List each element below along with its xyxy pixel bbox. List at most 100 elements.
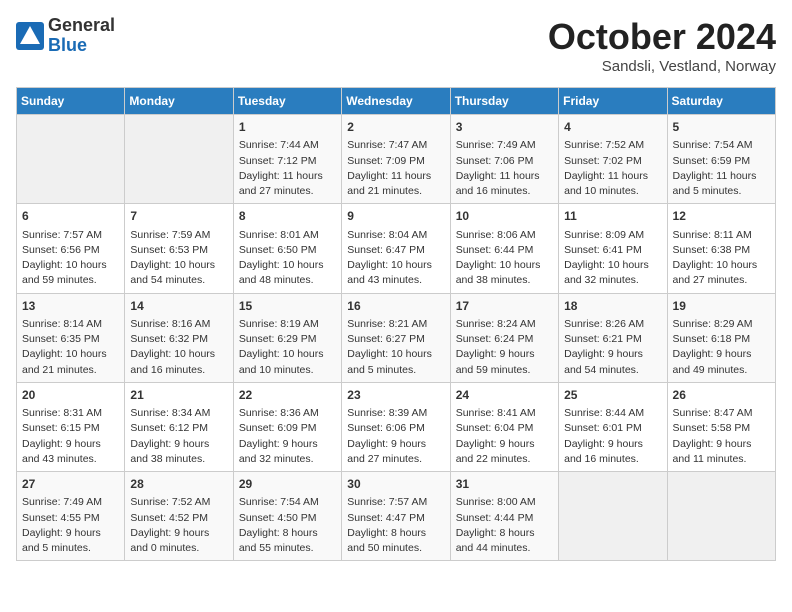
calendar-day-cell: 2Sunrise: 7:47 AMSunset: 7:09 PMDaylight…: [342, 115, 450, 204]
calendar-day-cell: 25 Sunrise: 8:44 AMSunset: 6:01 PMDayligh…: [559, 382, 667, 471]
calendar-day-cell: 8 Sunrise: 8:01 AMSunset: 6:50 PMDaylight…: [233, 204, 341, 293]
calendar-day-cell: 31 Sunrise: 8:00 AMSunset: 4:44 PMDayligh…: [450, 472, 558, 561]
day-number: 19: [673, 298, 770, 315]
calendar-table: SundayMondayTuesdayWednesdayThursdayFrid…: [16, 87, 776, 561]
weekday-header-cell: Sunday: [17, 88, 125, 115]
day-info: Sunrise: 7:49 AMSunset: 4:55 PMDaylight:…: [22, 495, 119, 556]
day-number: 2: [347, 119, 444, 136]
day-info: Sunrise: 7:49 AMSunset: 7:06 PMDaylight:…: [456, 138, 553, 199]
calendar-day-cell: 21Sunrise: 8:34 AMSunset: 6:12 PMDayligh…: [125, 382, 233, 471]
day-number: 13: [22, 298, 119, 315]
day-info: Sunrise: 8:19 AMSunset: 6:29 PMDaylight:…: [239, 317, 336, 378]
calendar-day-cell: 3Sunrise: 7:49 AMSunset: 7:06 PMDaylight…: [450, 115, 558, 204]
calendar-body: 1 Sunrise: 7:44 AMSunset: 7:12 PMDaylight…: [17, 115, 776, 561]
day-info: Sunrise: 8:29 AMSunset: 6:18 PMDaylight:…: [673, 317, 770, 378]
day-number: 12: [673, 208, 770, 225]
calendar-day-cell: 29 Sunrise: 7:54 AMSunset: 4:50 PMDayligh…: [233, 472, 341, 561]
day-info: Sunrise: 8:01 AMSunset: 6:50 PMDaylight:…: [239, 228, 336, 289]
calendar-day-cell: 26Sunrise: 8:47 AMSunset: 5:58 PMDayligh…: [667, 382, 775, 471]
day-number: 8: [239, 208, 336, 225]
calendar-day-cell: 5Sunrise: 7:54 AMSunset: 6:59 PMDaylight…: [667, 115, 775, 204]
calendar-day-cell: 28 Sunrise: 7:52 AMSunset: 4:52 PMDayligh…: [125, 472, 233, 561]
day-number: 31: [456, 476, 553, 493]
day-info: Sunrise: 8:47 AMSunset: 5:58 PMDaylight:…: [673, 406, 770, 467]
calendar-day-cell: 9 Sunrise: 8:04 AMSunset: 6:47 PMDaylight…: [342, 204, 450, 293]
calendar-day-cell: 23 Sunrise: 8:39 AMSunset: 6:06 PMDayligh…: [342, 382, 450, 471]
day-info: Sunrise: 7:54 AMSunset: 4:50 PMDaylight:…: [239, 495, 336, 556]
page-header: General Blue October 2024 Sandsli, Vestl…: [16, 16, 776, 75]
day-info: Sunrise: 7:57 AMSunset: 4:47 PMDaylight:…: [347, 495, 444, 556]
day-info: Sunrise: 8:41 AMSunset: 6:04 PMDaylight:…: [456, 406, 553, 467]
day-number: 11: [564, 208, 661, 225]
day-info: Sunrise: 8:00 AMSunset: 4:44 PMDaylight:…: [456, 495, 553, 556]
calendar-day-cell: 4Sunrise: 7:52 AMSunset: 7:02 PMDaylight…: [559, 115, 667, 204]
month-title: October 2024: [548, 16, 776, 58]
day-info: Sunrise: 8:36 AMSunset: 6:09 PMDaylight:…: [239, 406, 336, 467]
day-number: 21: [130, 387, 227, 404]
calendar-day-cell: 24 Sunrise: 8:41 AMSunset: 6:04 PMDayligh…: [450, 382, 558, 471]
calendar-day-cell: 13 Sunrise: 8:14 AMSunset: 6:35 PMDayligh…: [17, 293, 125, 382]
day-number: 9: [347, 208, 444, 225]
calendar-day-cell: [17, 115, 125, 204]
day-info: Sunrise: 8:26 AMSunset: 6:21 PMDaylight:…: [564, 317, 661, 378]
day-number: 18: [564, 298, 661, 315]
day-info: Sunrise: 7:52 AMSunset: 4:52 PMDaylight:…: [130, 495, 227, 556]
day-info: Sunrise: 7:44 AMSunset: 7:12 PMDaylight:…: [239, 138, 336, 199]
day-number: 10: [456, 208, 553, 225]
day-number: 1: [239, 119, 336, 136]
weekday-header-cell: Thursday: [450, 88, 558, 115]
day-info: Sunrise: 8:44 AMSunset: 6:01 PMDaylight:…: [564, 406, 661, 467]
day-info: Sunrise: 7:54 AMSunset: 6:59 PMDaylight:…: [673, 138, 770, 199]
calendar-day-cell: 1 Sunrise: 7:44 AMSunset: 7:12 PMDaylight…: [233, 115, 341, 204]
day-number: 23: [347, 387, 444, 404]
calendar-day-cell: [125, 115, 233, 204]
day-info: Sunrise: 8:11 AMSunset: 6:38 PMDaylight:…: [673, 228, 770, 289]
calendar-day-cell: 18 Sunrise: 8:26 AMSunset: 6:21 PMDayligh…: [559, 293, 667, 382]
logo-general: General: [48, 16, 115, 36]
day-number: 24: [456, 387, 553, 404]
calendar-day-cell: 11 Sunrise: 8:09 AMSunset: 6:41 PMDayligh…: [559, 204, 667, 293]
day-number: 28: [130, 476, 227, 493]
day-number: 17: [456, 298, 553, 315]
calendar-day-cell: 16Sunrise: 8:21 AMSunset: 6:27 PMDayligh…: [342, 293, 450, 382]
weekday-header-cell: Friday: [559, 88, 667, 115]
day-number: 22: [239, 387, 336, 404]
calendar-day-cell: 12 Sunrise: 8:11 AMSunset: 6:38 PMDayligh…: [667, 204, 775, 293]
calendar-week-row: 6 Sunrise: 7:57 AMSunset: 6:56 PMDaylight…: [17, 204, 776, 293]
day-number: 14: [130, 298, 227, 315]
calendar-day-cell: 30 Sunrise: 7:57 AMSunset: 4:47 PMDayligh…: [342, 472, 450, 561]
day-info: Sunrise: 8:14 AMSunset: 6:35 PMDaylight:…: [22, 317, 119, 378]
day-info: Sunrise: 8:39 AMSunset: 6:06 PMDaylight:…: [347, 406, 444, 467]
day-info: Sunrise: 7:52 AMSunset: 7:02 PMDaylight:…: [564, 138, 661, 199]
calendar-day-cell: 10Sunrise: 8:06 AMSunset: 6:44 PMDayligh…: [450, 204, 558, 293]
day-info: Sunrise: 8:16 AMSunset: 6:32 PMDaylight:…: [130, 317, 227, 378]
day-number: 30: [347, 476, 444, 493]
day-number: 15: [239, 298, 336, 315]
day-number: 6: [22, 208, 119, 225]
day-number: 25: [564, 387, 661, 404]
weekday-header-cell: Monday: [125, 88, 233, 115]
day-info: Sunrise: 8:09 AMSunset: 6:41 PMDaylight:…: [564, 228, 661, 289]
day-info: Sunrise: 8:21 AMSunset: 6:27 PMDaylight:…: [347, 317, 444, 378]
calendar-week-row: 20Sunrise: 8:31 AMSunset: 6:15 PMDayligh…: [17, 382, 776, 471]
weekday-header-row: SundayMondayTuesdayWednesdayThursdayFrid…: [17, 88, 776, 115]
weekday-header-cell: Saturday: [667, 88, 775, 115]
day-number: 29: [239, 476, 336, 493]
calendar-day-cell: 7 Sunrise: 7:59 AMSunset: 6:53 PMDaylight…: [125, 204, 233, 293]
calendar-day-cell: [559, 472, 667, 561]
calendar-day-cell: 22 Sunrise: 8:36 AMSunset: 6:09 PMDayligh…: [233, 382, 341, 471]
weekday-header-cell: Tuesday: [233, 88, 341, 115]
day-info: Sunrise: 8:04 AMSunset: 6:47 PMDaylight:…: [347, 228, 444, 289]
calendar-week-row: 1 Sunrise: 7:44 AMSunset: 7:12 PMDaylight…: [17, 115, 776, 204]
logo: General Blue: [16, 16, 115, 56]
day-info: Sunrise: 7:57 AMSunset: 6:56 PMDaylight:…: [22, 228, 119, 289]
location: Sandsli, Vestland, Norway: [548, 58, 776, 75]
logo-icon: [16, 22, 44, 50]
day-number: 27: [22, 476, 119, 493]
day-number: 20: [22, 387, 119, 404]
calendar-day-cell: 15 Sunrise: 8:19 AMSunset: 6:29 PMDayligh…: [233, 293, 341, 382]
day-info: Sunrise: 7:59 AMSunset: 6:53 PMDaylight:…: [130, 228, 227, 289]
calendar-day-cell: 19 Sunrise: 8:29 AMSunset: 6:18 PMDayligh…: [667, 293, 775, 382]
day-number: 7: [130, 208, 227, 225]
calendar-week-row: 27 Sunrise: 7:49 AMSunset: 4:55 PMDayligh…: [17, 472, 776, 561]
